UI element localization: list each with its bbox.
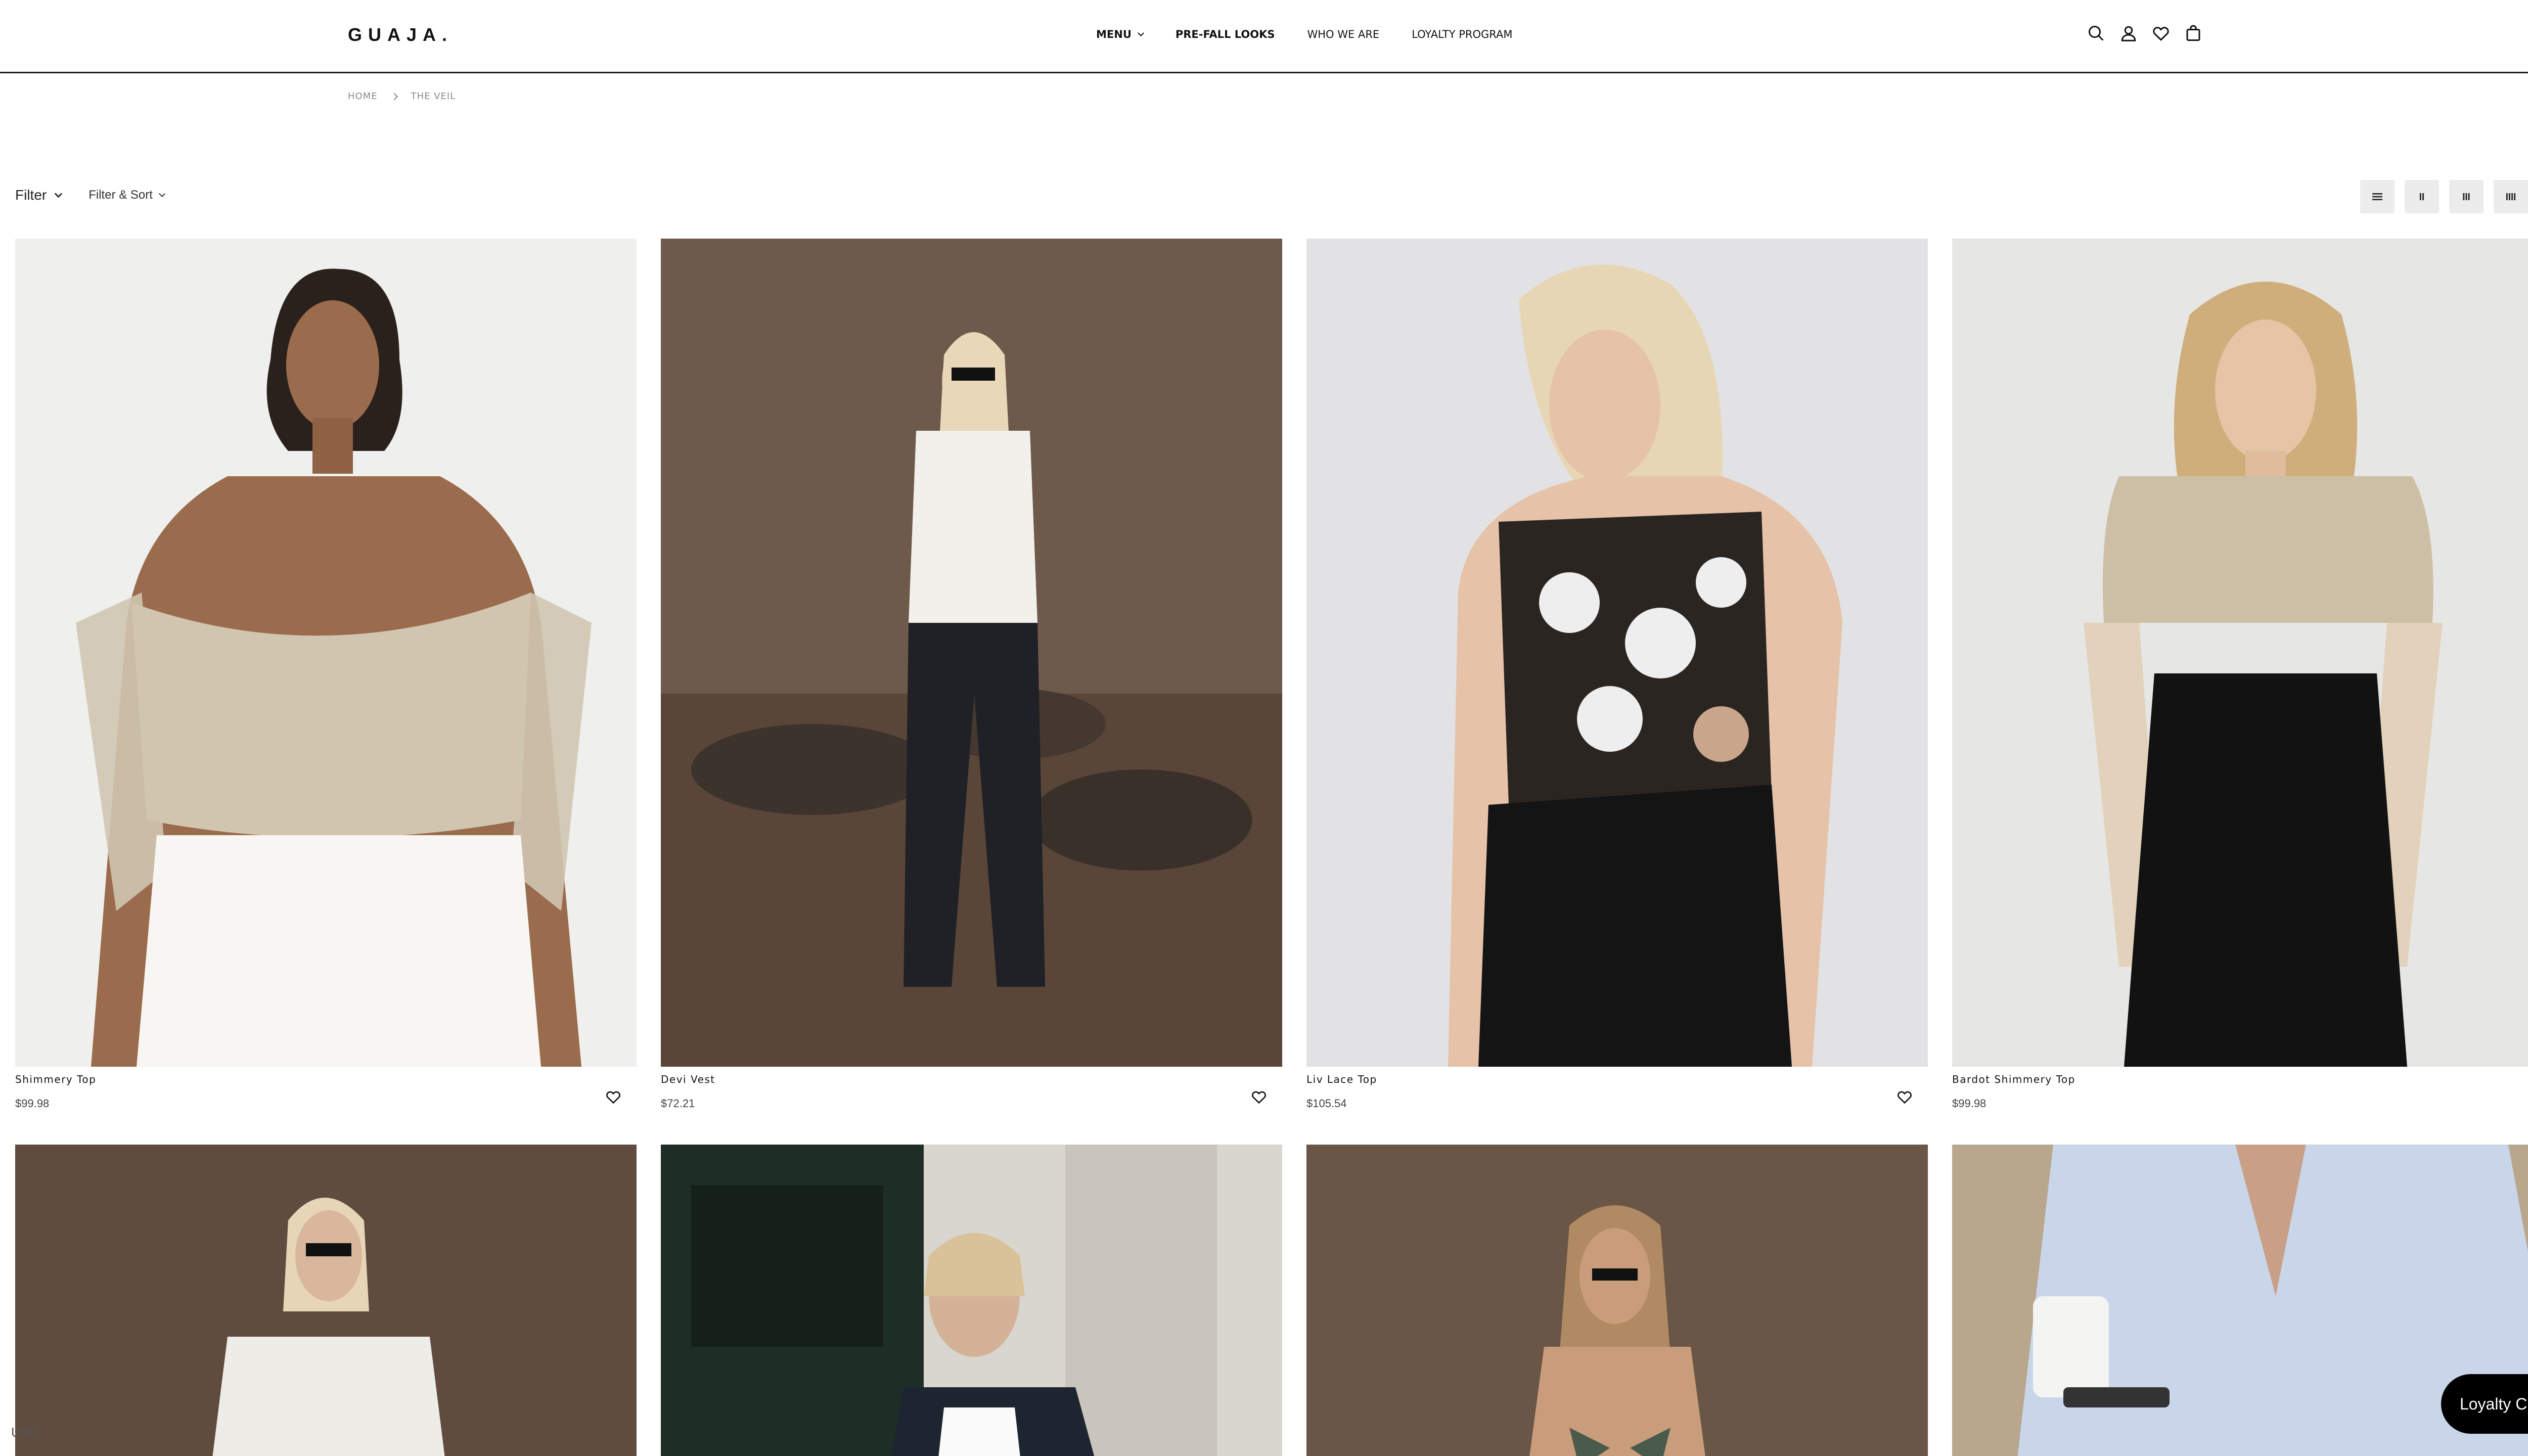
product-image[interactable] xyxy=(661,239,1282,1067)
wishlist-heart-icon[interactable] xyxy=(1251,1089,1267,1105)
product-image[interactable] xyxy=(15,1145,637,1456)
breadcrumb-home[interactable]: HOME xyxy=(348,91,378,102)
filter-label: Filter xyxy=(15,187,47,203)
search-icon[interactable] xyxy=(2087,23,2105,43)
product-image[interactable] xyxy=(15,239,637,1067)
loyalty-club-button[interactable]: Loyalty Club xyxy=(2441,1374,2528,1434)
nav-item-menu[interactable]: MENU xyxy=(1096,28,1144,40)
grid-2-button[interactable] xyxy=(2405,180,2439,213)
nav-item-pre-fall-looks[interactable]: PRE-FALL LOOKS xyxy=(1176,28,1275,40)
product-name[interactable]: Devi Vest xyxy=(661,1073,715,1085)
chevron-right-icon xyxy=(390,93,398,100)
grid-3-button[interactable] xyxy=(2449,180,2484,213)
chevron-down-icon xyxy=(54,190,63,198)
breadcrumb-current: THE VEIL xyxy=(411,91,456,102)
grid-3-icon xyxy=(2463,193,2470,200)
filter-toolbar: Filter Filter & Sort xyxy=(15,187,165,203)
product-name[interactable]: Bardot Shimmery Top xyxy=(1952,1073,2075,1085)
currency-label: USD xyxy=(11,1425,39,1440)
nav-item-menu-label: MENU xyxy=(1096,28,1132,40)
product-name[interactable]: Shimmery Top xyxy=(15,1073,96,1085)
grid-4-button[interactable] xyxy=(2494,180,2528,213)
site-header: GUAJA. MENU PRE-FALL LOOKS WHO WE ARE LO… xyxy=(0,0,2528,73)
filter-sort-button[interactable]: Filter & Sort xyxy=(88,188,165,202)
product-image[interactable] xyxy=(661,1145,1282,1456)
product-price: $72.21 xyxy=(661,1097,695,1110)
list-view-icon xyxy=(2372,193,2382,200)
chevron-down-icon xyxy=(44,1428,51,1434)
breadcrumb: HOME THE VEIL xyxy=(348,91,456,102)
product-image[interactable] xyxy=(1952,239,2528,1067)
filter-sort-label: Filter & Sort xyxy=(88,188,153,202)
filter-button[interactable]: Filter xyxy=(15,187,63,203)
chevron-down-icon xyxy=(159,190,165,197)
grid-4-icon xyxy=(2506,193,2516,200)
account-icon[interactable] xyxy=(2119,23,2138,43)
product-price: $105.54 xyxy=(1306,1097,1347,1110)
product-name[interactable]: Liv Lace Top xyxy=(1306,1073,1377,1085)
wishlist-heart-icon[interactable] xyxy=(1897,1089,1913,1105)
main-nav: MENU PRE-FALL LOOKS WHO WE ARE LOYALTY P… xyxy=(1096,28,1545,40)
product-image[interactable] xyxy=(1306,1145,1928,1456)
product-price: $99.98 xyxy=(15,1097,50,1110)
product-price: $99.98 xyxy=(1952,1097,1987,1110)
grid-2-icon xyxy=(2420,193,2424,200)
cart-bag-icon[interactable] xyxy=(2184,23,2202,43)
grid-view-toggles xyxy=(2360,180,2528,213)
currency-selector[interactable]: USD xyxy=(11,1425,51,1440)
brand-logo[interactable]: GUAJA. xyxy=(348,24,453,46)
wishlist-heart-icon[interactable] xyxy=(605,1089,621,1105)
nav-item-loyalty-program[interactable]: LOYALTY PROGRAM xyxy=(1412,28,1512,40)
header-icons xyxy=(2087,23,2202,43)
chevron-down-icon xyxy=(1138,29,1144,36)
product-image[interactable] xyxy=(1306,239,1928,1067)
list-view-button[interactable] xyxy=(2360,180,2395,213)
nav-item-who-we-are[interactable]: WHO WE ARE xyxy=(1307,28,1380,40)
wishlist-heart-icon[interactable] xyxy=(2152,23,2170,43)
